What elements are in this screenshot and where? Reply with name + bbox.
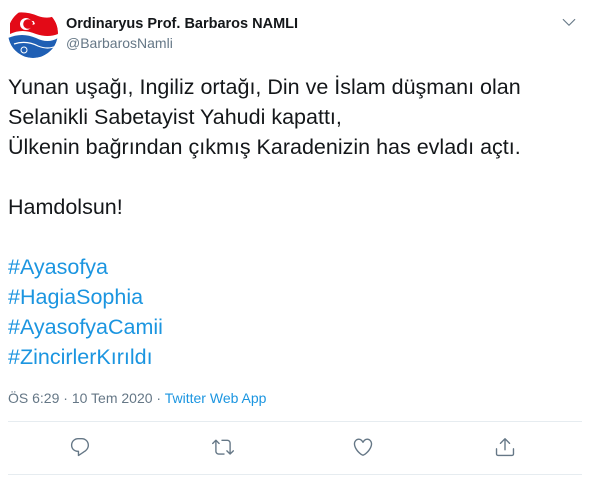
avatar[interactable] <box>8 8 58 58</box>
hashtag-link[interactable]: #ZincirlerKırıldı <box>8 342 583 372</box>
tweet-time[interactable]: ÖS 6:29 <box>8 390 59 406</box>
like-button[interactable] <box>352 436 374 458</box>
divider <box>8 421 582 422</box>
turkish-flag-avatar-icon <box>8 8 58 58</box>
divider <box>8 474 582 475</box>
tweet-text: Yunan uşağı, Ingiliz ortağı, Din ve İsla… <box>8 72 583 372</box>
author-name[interactable]: Ordinaryus Prof. Barbaros NAMLI <box>66 16 298 32</box>
tweet-line: Ülkenin bağrından çıkmış Karadenizin has… <box>8 135 521 159</box>
tweet-source-link[interactable]: Twitter Web App <box>165 390 267 406</box>
tweet-line: Selanikli Sabetayist Yahudi kapattı, <box>8 105 342 129</box>
author-handle[interactable]: @BarbarosNamli <box>66 35 173 51</box>
reply-button[interactable] <box>69 436 91 458</box>
chevron-down-icon <box>562 18 576 26</box>
meta-separator: · <box>152 390 165 406</box>
like-icon <box>353 438 373 456</box>
more-options-button[interactable] <box>560 13 578 31</box>
tweet-line: Yunan uşağı, Ingiliz ortağı, Din ve İsla… <box>8 75 521 99</box>
reply-icon <box>70 438 90 457</box>
retweet-button[interactable] <box>212 436 234 458</box>
tweet-closing: Hamdolsun! <box>8 195 123 219</box>
tweet-date[interactable]: 10 Tem 2020 <box>72 390 153 406</box>
tweet-card: Ordinaryus Prof. Barbaros NAMLI @Barbaro… <box>0 0 590 487</box>
tweet-meta: ÖS 6:29 · 10 Tem 2020 · Twitter Web App <box>8 390 266 406</box>
hashtag-link[interactable]: #AyasofyaCamii <box>8 312 583 342</box>
share-icon <box>495 438 515 457</box>
retweet-icon <box>212 439 234 455</box>
meta-separator: · <box>59 390 72 406</box>
share-button[interactable] <box>494 436 516 458</box>
hashtag-link[interactable]: #HagiaSophia <box>8 282 583 312</box>
hashtag-link[interactable]: #Ayasofya <box>8 252 583 282</box>
